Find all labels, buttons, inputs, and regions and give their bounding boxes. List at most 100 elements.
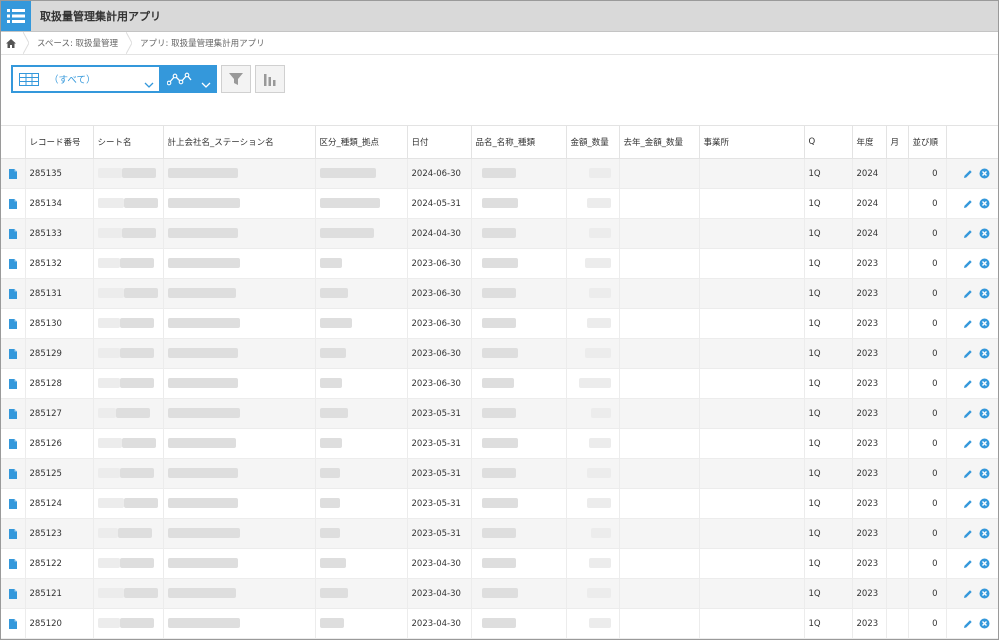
edit-pencil-icon[interactable] — [963, 619, 973, 629]
filter-button[interactable] — [221, 65, 251, 93]
record-number[interactable]: 285124 — [30, 499, 62, 509]
edit-pencil-icon[interactable] — [963, 349, 973, 359]
column-header[interactable]: 計上会社名_ステーション名 — [163, 125, 316, 159]
record-number[interactable]: 285122 — [30, 559, 62, 569]
table-row[interactable]: 285129 2023-06-30 1Q 2023 0 — [1, 338, 998, 369]
column-header[interactable]: シート名 — [93, 125, 164, 159]
edit-pencil-icon[interactable] — [963, 499, 973, 509]
document-icon[interactable] — [5, 168, 21, 179]
list-icon[interactable] — [1, 1, 31, 31]
column-header[interactable]: 事業所 — [699, 125, 805, 159]
document-icon[interactable] — [5, 348, 21, 359]
column-header[interactable]: レコード番号 — [25, 125, 94, 159]
edit-pencil-icon[interactable] — [963, 379, 973, 389]
document-icon[interactable] — [5, 588, 21, 599]
breadcrumb-space[interactable]: スペース: 取扱量管理 — [31, 37, 124, 49]
delete-circle-icon[interactable] — [979, 288, 990, 299]
document-icon[interactable] — [5, 228, 21, 239]
table-row[interactable]: 285125 2023-05-31 1Q 2023 0 — [1, 458, 998, 489]
edit-pencil-icon[interactable] — [963, 529, 973, 539]
edit-pencil-icon[interactable] — [963, 289, 973, 299]
table-row[interactable]: 285122 2023-04-30 1Q 2023 0 — [1, 548, 998, 579]
record-number[interactable]: 285133 — [30, 229, 62, 239]
document-icon[interactable] — [5, 528, 21, 539]
breadcrumb-app[interactable]: アプリ: 取扱量管理集計用アプリ — [134, 37, 271, 49]
table-row[interactable]: 285124 2023-05-31 1Q 2023 0 — [1, 488, 998, 519]
table-row[interactable]: 285120 2023-04-30 1Q 2023 0 — [1, 608, 998, 639]
column-header[interactable]: 日付 — [407, 125, 472, 159]
document-icon[interactable] — [5, 378, 21, 389]
view-select[interactable]: （すべて） — [11, 65, 161, 93]
record-number[interactable]: 285130 — [30, 319, 62, 329]
delete-circle-icon[interactable] — [979, 498, 990, 509]
record-number[interactable]: 285125 — [30, 469, 62, 479]
table-row[interactable]: 285132 2023-06-30 1Q 2023 0 — [1, 248, 998, 279]
record-number[interactable]: 285131 — [30, 289, 62, 299]
edit-pencil-icon[interactable] — [963, 229, 973, 239]
column-header[interactable]: 品名_名称_種類 — [471, 125, 567, 159]
edit-pencil-icon[interactable] — [963, 439, 973, 449]
chart-button[interactable] — [255, 65, 285, 93]
column-header[interactable]: 去年_金額_数量 — [619, 125, 700, 159]
edit-pencil-icon[interactable] — [963, 319, 973, 329]
table-row[interactable]: 285128 2023-06-30 1Q 2023 0 — [1, 368, 998, 399]
table-row[interactable]: 285126 2023-05-31 1Q 2023 0 — [1, 428, 998, 459]
delete-circle-icon[interactable] — [979, 378, 990, 389]
record-number[interactable]: 285120 — [30, 619, 62, 629]
document-icon[interactable] — [5, 288, 21, 299]
column-header[interactable]: 金額_数量 — [566, 125, 620, 159]
delete-circle-icon[interactable] — [979, 618, 990, 629]
edit-pencil-icon[interactable] — [963, 199, 973, 209]
delete-circle-icon[interactable] — [979, 558, 990, 569]
table-row[interactable]: 285121 2023-04-30 1Q 2023 0 — [1, 578, 998, 609]
document-icon[interactable] — [5, 408, 21, 419]
edit-pencil-icon[interactable] — [963, 409, 973, 419]
home-icon[interactable] — [1, 32, 21, 54]
table-row[interactable]: 285133 2024-04-30 1Q 2024 0 — [1, 218, 998, 249]
record-number[interactable]: 285123 — [30, 529, 62, 539]
record-number[interactable]: 285128 — [30, 379, 62, 389]
table-row[interactable]: 285131 2023-06-30 1Q 2023 0 — [1, 278, 998, 309]
delete-circle-icon[interactable] — [979, 348, 990, 359]
delete-circle-icon[interactable] — [979, 228, 990, 239]
column-header[interactable]: 区分_種類_拠点 — [315, 125, 408, 159]
column-header[interactable]: 年度 — [852, 125, 887, 159]
document-icon[interactable] — [5, 468, 21, 479]
table-row[interactable]: 285127 2023-05-31 1Q 2023 0 — [1, 398, 998, 429]
record-number[interactable]: 285127 — [30, 409, 62, 419]
edit-pencil-icon[interactable] — [963, 559, 973, 569]
graph-button[interactable] — [161, 65, 217, 93]
delete-circle-icon[interactable] — [979, 198, 990, 209]
delete-circle-icon[interactable] — [979, 258, 990, 269]
document-icon[interactable] — [5, 498, 21, 509]
record-number[interactable]: 285135 — [30, 169, 62, 179]
edit-pencil-icon[interactable] — [963, 259, 973, 269]
column-header[interactable]: Q — [804, 125, 853, 159]
record-number[interactable]: 285129 — [30, 349, 62, 359]
document-icon[interactable] — [5, 198, 21, 209]
delete-circle-icon[interactable] — [979, 438, 990, 449]
edit-pencil-icon[interactable] — [963, 169, 973, 179]
document-icon[interactable] — [5, 558, 21, 569]
table-row[interactable]: 285123 2023-05-31 1Q 2023 0 — [1, 518, 998, 549]
delete-circle-icon[interactable] — [979, 528, 990, 539]
table-row[interactable]: 285134 2024-05-31 1Q 2024 0 — [1, 188, 998, 219]
delete-circle-icon[interactable] — [979, 408, 990, 419]
record-number[interactable]: 285121 — [30, 589, 62, 599]
record-number[interactable]: 285126 — [30, 439, 62, 449]
delete-circle-icon[interactable] — [979, 468, 990, 479]
edit-pencil-icon[interactable] — [963, 469, 973, 479]
column-header[interactable]: 月 — [886, 125, 909, 159]
delete-circle-icon[interactable] — [979, 588, 990, 599]
document-icon[interactable] — [5, 438, 21, 449]
edit-pencil-icon[interactable] — [963, 589, 973, 599]
table-row[interactable]: 285130 2023-06-30 1Q 2023 0 — [1, 308, 998, 339]
column-header[interactable]: 並び順 — [908, 125, 947, 159]
record-number[interactable]: 285132 — [30, 259, 62, 269]
table-row[interactable]: 285135 2024-06-30 1Q 2024 0 — [1, 158, 998, 189]
record-number[interactable]: 285134 — [30, 199, 62, 209]
document-icon[interactable] — [5, 618, 21, 629]
document-icon[interactable] — [5, 318, 21, 329]
delete-circle-icon[interactable] — [979, 318, 990, 329]
document-icon[interactable] — [5, 258, 21, 269]
